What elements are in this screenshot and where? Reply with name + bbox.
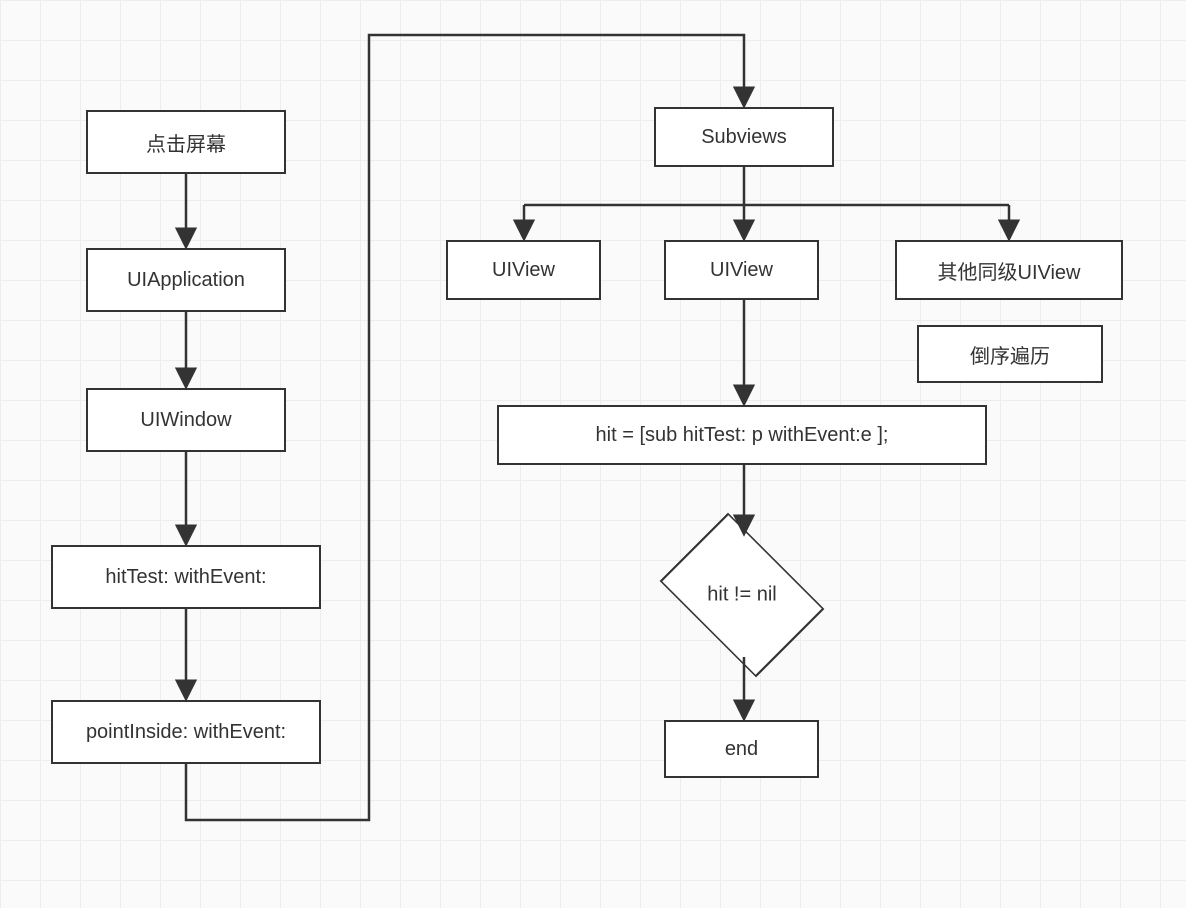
node-uiwindow: UIWindow — [86, 388, 286, 452]
node-reverse-order-note: 倒序遍历 — [917, 325, 1103, 383]
node-uiview-left: UIView — [446, 240, 601, 300]
decision-label: hit != nil — [657, 584, 827, 607]
node-uiview-mid: UIView — [664, 240, 819, 300]
node-subviews: Subviews — [654, 107, 834, 167]
node-uiview-other: 其他同级UIView — [895, 240, 1123, 300]
node-hit-assign: hit = [sub hitTest: p withEvent:e ]; — [497, 405, 987, 465]
node-end: end — [664, 720, 819, 778]
flowchart-canvas: 点击屏幕 UIApplication UIWindow hitTest: wit… — [0, 0, 1186, 908]
node-uiapplication: UIApplication — [86, 248, 286, 312]
node-decision-hit-nil: hit != nil — [657, 535, 827, 655]
node-hittest: hitTest: withEvent: — [51, 545, 321, 609]
node-pointinside: pointInside: withEvent: — [51, 700, 321, 764]
node-touch-screen: 点击屏幕 — [86, 110, 286, 174]
